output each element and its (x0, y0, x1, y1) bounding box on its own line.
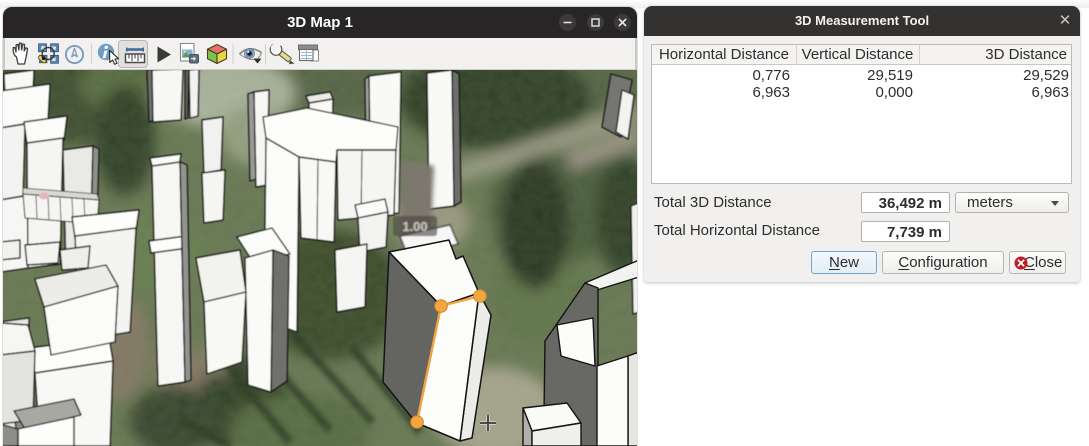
svg-text:1.00: 1.00 (402, 219, 427, 234)
